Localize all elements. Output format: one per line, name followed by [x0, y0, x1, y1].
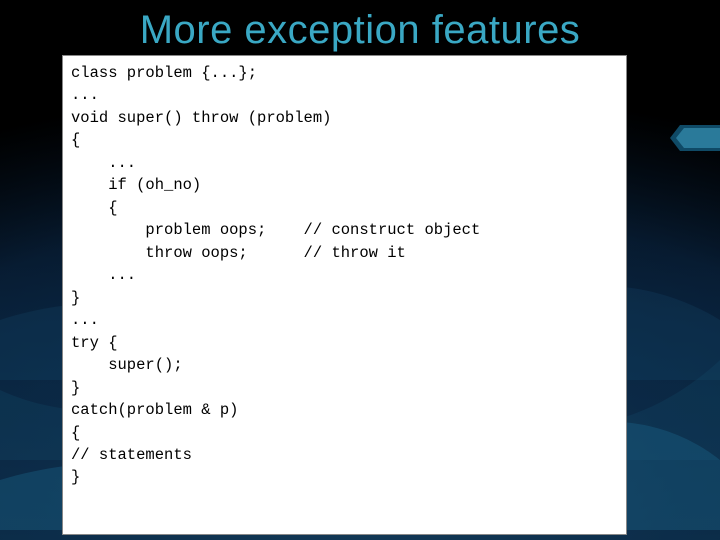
slide-title: More exception features [0, 8, 720, 53]
code-content: class problem {...}; ... void super() th… [71, 62, 618, 489]
slide-background: More exception features class problem {.… [0, 0, 720, 540]
ribbon-decoration [670, 125, 720, 151]
code-box: class problem {...}; ... void super() th… [62, 55, 627, 535]
